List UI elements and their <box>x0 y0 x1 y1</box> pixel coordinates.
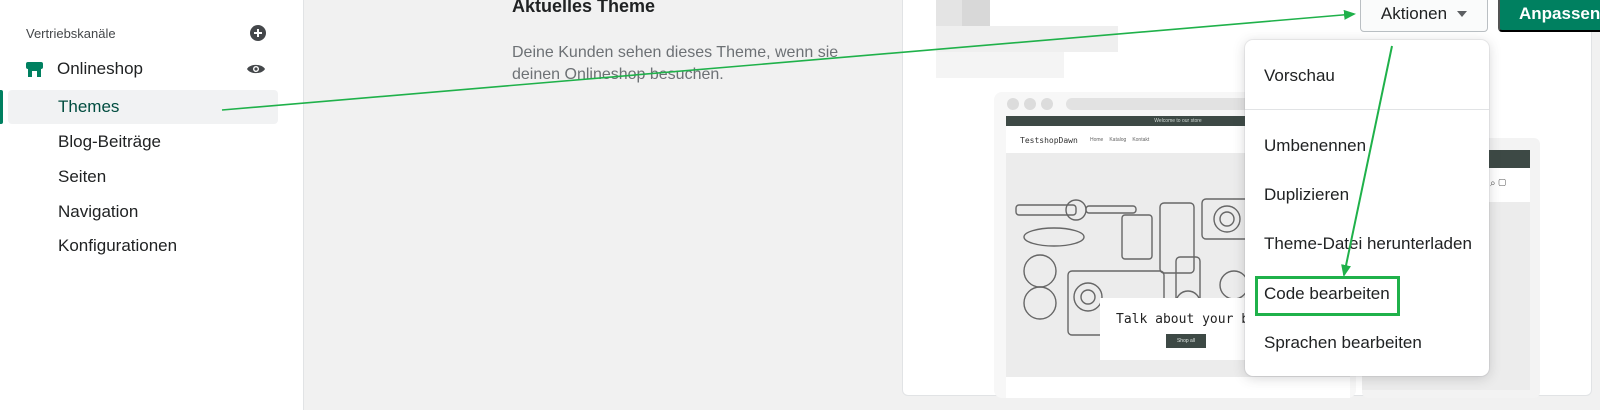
add-channel-icon[interactable] <box>250 25 266 41</box>
section-description: Deine Kunden sehen dieses Theme, wenn si… <box>512 44 839 83</box>
menu-item-edit-languages[interactable]: Sprachen bearbeiten <box>1264 333 1422 353</box>
sidebar-item-pages[interactable]: Seiten <box>58 167 106 187</box>
blurred-theme-meta-2 <box>936 52 1064 78</box>
sales-channels-label: Vertriebskanäle <box>26 25 116 41</box>
window-dot-icon <box>1041 98 1053 110</box>
actions-button[interactable]: Aktionen <box>1360 0 1488 32</box>
sidebar-item-themes-bg <box>8 90 278 124</box>
menu-item-preview[interactable]: Vorschau <box>1264 66 1335 86</box>
blurred-theme-name-block <box>962 0 990 26</box>
window-dot-icon <box>1024 98 1036 110</box>
actions-button-label: Aktionen <box>1380 4 1448 23</box>
shopify-admin-themes: Vertriebskanäle Onlineshop Themes Blog-B… <box>0 0 1600 418</box>
sidebar-item-configurations[interactable]: Konfigurationen <box>58 236 177 256</box>
eye-icon[interactable] <box>246 62 266 76</box>
preview-nav: Home Katalog Kontakt <box>1090 137 1149 143</box>
left-gutter <box>0 0 16 418</box>
menu-item-rename[interactable]: Umbenennen <box>1264 136 1366 156</box>
mobile-search-cart-icon: ⌕ ▢ <box>1490 178 1506 189</box>
preview-hero-button: Shop all <box>1166 334 1206 348</box>
store-icon <box>26 61 43 78</box>
actions-dropdown <box>1245 40 1489 376</box>
customize-button-label: Anpassen <box>1519 4 1600 23</box>
blurred-theme-meta <box>936 26 1118 52</box>
preview-nav-item: Katalog <box>1109 137 1127 143</box>
preview-brand: TestshopDawn <box>1020 136 1078 145</box>
sidebar-active-indicator <box>0 90 3 124</box>
preview-nav-item: Kontakt <box>1132 137 1150 143</box>
sidebar-item-navigation[interactable]: Navigation <box>58 202 138 222</box>
customize-button[interactable]: Anpassen <box>1498 0 1600 32</box>
window-dot-icon <box>1007 98 1019 110</box>
menu-divider <box>1245 109 1489 110</box>
menu-item-duplicate[interactable]: Duplizieren <box>1264 185 1349 205</box>
edit-code-highlight <box>1255 276 1400 316</box>
sidebar-item-blog-posts[interactable]: Blog-Beiträge <box>58 132 161 152</box>
sidebar-item-onlineshop[interactable]: Onlineshop <box>26 56 266 82</box>
preview-hero-card <box>1100 298 1248 360</box>
onlineshop-label: Onlineshop <box>57 59 144 78</box>
sidebar-item-themes[interactable]: Themes <box>58 97 119 117</box>
menu-item-download-theme[interactable]: Theme-Datei herunterladen <box>1264 234 1472 254</box>
sales-channels-header: Vertriebskanäle <box>26 22 266 44</box>
bottom-strip <box>0 410 1600 418</box>
preview-nav-item: Home <box>1090 137 1104 143</box>
section-title: Aktuelles Theme <box>512 0 656 16</box>
caret-down-icon <box>1457 11 1468 17</box>
